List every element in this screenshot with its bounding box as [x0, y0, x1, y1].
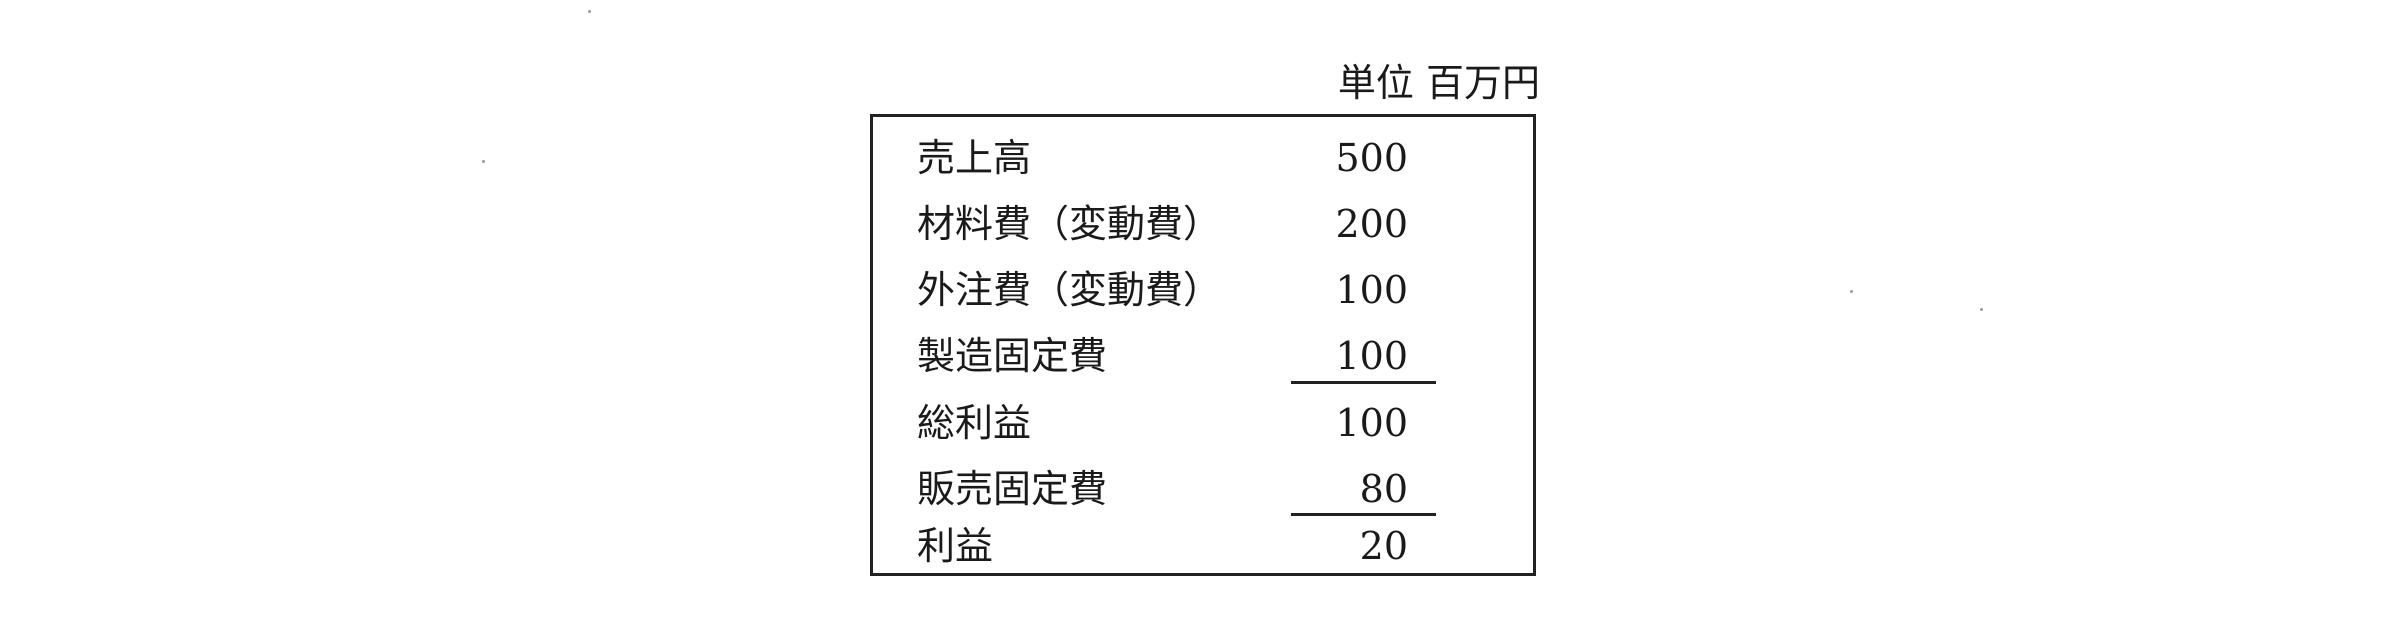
row-label: 利益	[917, 524, 994, 568]
table-row: 外注費（変動費） 100	[873, 257, 1533, 323]
scan-speck	[482, 160, 485, 163]
unit-label: 単位 百万円	[1337, 61, 1540, 105]
table-row: 製造固定費 100	[873, 323, 1533, 389]
scan-speck	[588, 10, 591, 13]
table-row: 利益 20	[873, 513, 1533, 579]
row-value: 100	[1335, 401, 1408, 445]
row-label: 売上高	[917, 136, 1032, 180]
row-value: 20	[1359, 524, 1408, 568]
table-row: 売上高 500	[873, 125, 1533, 191]
table-row: 総利益 100	[873, 390, 1533, 456]
row-label: 製造固定費	[917, 334, 1108, 378]
row-value: 100	[1335, 334, 1408, 378]
income-statement-table: 売上高 500 材料費（変動費） 200 外注費（変動費） 100 製造固定費 …	[870, 114, 1536, 576]
scan-speck	[1980, 308, 1983, 311]
subtotal-rule	[1291, 381, 1436, 384]
row-label: 外注費（変動費）	[917, 268, 1222, 312]
row-value: 200	[1335, 202, 1408, 246]
row-value: 100	[1335, 268, 1408, 312]
row-value: 500	[1335, 136, 1408, 180]
table-row: 材料費（変動費） 200	[873, 191, 1533, 257]
scan-speck	[1850, 290, 1853, 293]
row-label: 材料費（変動費）	[917, 202, 1222, 246]
row-label: 総利益	[917, 401, 1032, 445]
